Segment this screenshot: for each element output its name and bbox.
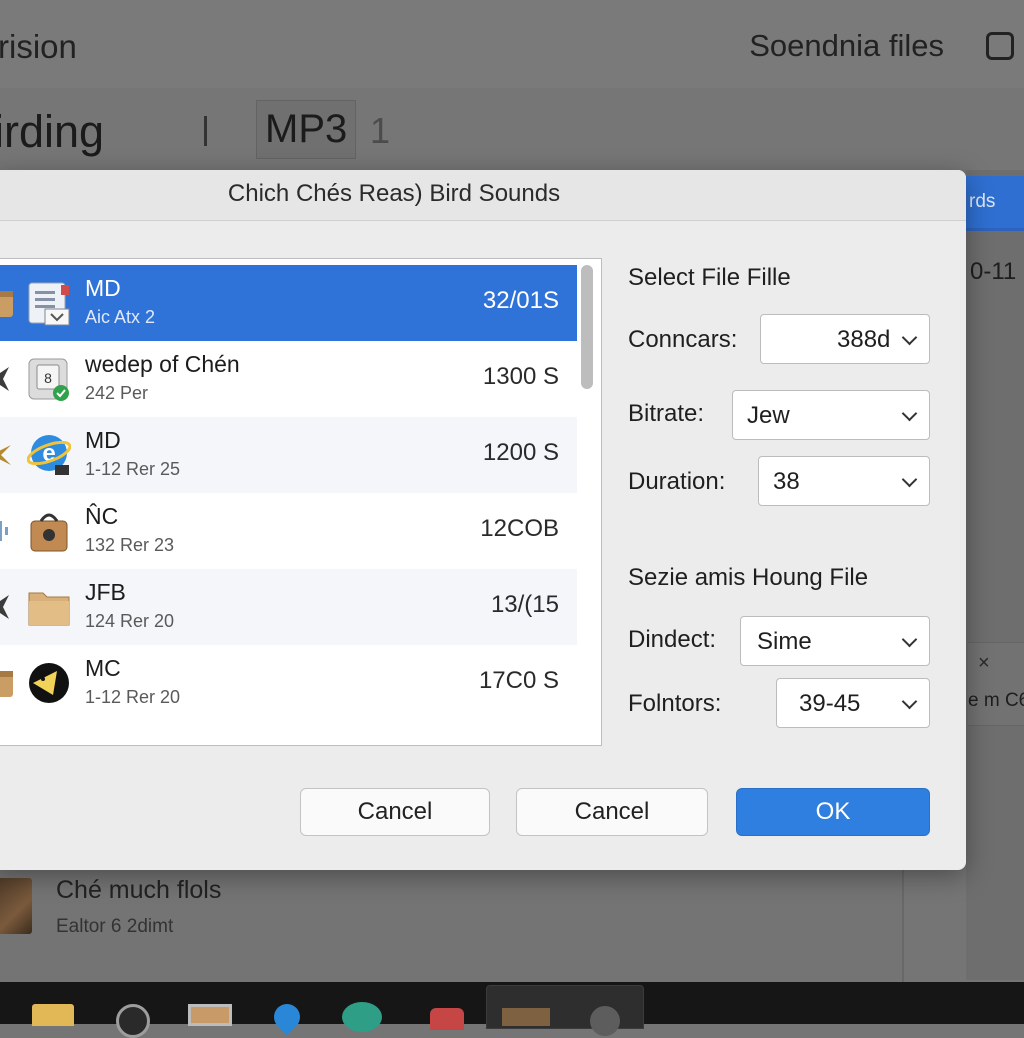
folntors-select[interactable]: 39-45 xyxy=(776,678,930,728)
duration-select[interactable]: 38 xyxy=(758,456,930,506)
calendar-icon[interactable] xyxy=(430,1008,464,1030)
settings-icon[interactable] xyxy=(590,1006,620,1036)
file-size: 13/(15 xyxy=(490,591,559,618)
right-panel-number: 0-11 xyxy=(970,258,1017,285)
right-panel-tab-underline xyxy=(966,228,1024,231)
dialog-title: Chich Chés Reas) Bird Sounds xyxy=(227,180,561,207)
ok-button[interactable]: OK xyxy=(736,788,930,836)
file-name: MD xyxy=(85,427,121,453)
dindect-select[interactable]: Sime xyxy=(740,616,930,666)
file-size: 12COB xyxy=(480,515,559,542)
chevron-down-icon xyxy=(901,471,918,488)
folntors-value: 39-45 xyxy=(799,690,861,717)
dialog-titlebar: Chich Chés Reas) Bird Sounds xyxy=(0,170,966,221)
folder-icon xyxy=(28,592,70,626)
package-icon xyxy=(0,671,13,697)
folder-icon[interactable] xyxy=(32,1004,74,1026)
file-list[interactable]: MD Aic Atx 2 32/01S 8 wedep of Chén 242 … xyxy=(0,258,602,746)
window-maximize-icon[interactable] xyxy=(986,32,1014,60)
file-row[interactable]: N̂C 132 Rer 23 12COB xyxy=(0,493,577,569)
background-heading: irding xyxy=(0,106,105,157)
file-name: JFB xyxy=(85,579,126,605)
size-file-heading: Sezie amis Houng File xyxy=(628,564,869,591)
app-icon[interactable] xyxy=(342,1002,382,1032)
leaf-icon xyxy=(0,595,9,619)
select-file-heading: Select File Fille xyxy=(628,264,791,291)
list-item-subtitle: Ealtor 6 2dimt xyxy=(56,916,174,937)
file-name: MD xyxy=(85,275,121,301)
chevron-down-icon xyxy=(901,329,918,346)
bird-icon xyxy=(29,663,69,703)
browser-icon: e xyxy=(27,435,71,475)
package-icon xyxy=(0,291,13,317)
app-icon[interactable] xyxy=(502,1008,550,1026)
share-files-link[interactable]: Soendnia files xyxy=(749,28,944,64)
background-right-panel xyxy=(966,170,1024,980)
dindect-label: Dindect: xyxy=(628,626,717,653)
file-name: MC xyxy=(85,655,121,681)
chevron-down-icon xyxy=(901,631,918,648)
background-window-title: rision xyxy=(0,28,77,65)
audio-wave-icon xyxy=(0,521,8,541)
bitrate-label: Bitrate: xyxy=(628,400,705,427)
svg-text:8: 8 xyxy=(44,370,52,386)
vertical-scrollbar[interactable] xyxy=(581,265,593,389)
file-dialog: Chich Chés Reas) Bird Sounds MD Aic Atx … xyxy=(0,170,966,870)
photos-icon[interactable] xyxy=(188,1004,232,1026)
list-item-thumbnail xyxy=(0,878,32,934)
conncars-value: 388d xyxy=(837,326,891,353)
file-meta: Aic Atx 2 xyxy=(85,307,156,327)
close-icon[interactable]: × xyxy=(978,652,990,675)
file-meta: 132 Rer 23 xyxy=(85,535,175,555)
duration-value: 38 xyxy=(773,468,800,495)
file-name: wedep of Chén xyxy=(85,351,240,377)
cancel-button[interactable]: Cancel xyxy=(300,788,490,836)
format-tab-mp3[interactable]: MP3 xyxy=(256,100,357,159)
file-row[interactable]: MC 1-12 Rer 20 17C0 S xyxy=(0,645,577,721)
bitrate-select[interactable]: Jew xyxy=(732,390,930,440)
file-row[interactable]: JFB 124 Rer 20 13/(15 xyxy=(0,569,577,645)
folntors-label: Folntors: xyxy=(628,690,722,717)
file-meta: 124 Rer 20 xyxy=(85,611,175,631)
file-size: 17C0 S xyxy=(478,667,559,694)
document-icon xyxy=(28,282,70,326)
file-row[interactable]: MD Aic Atx 2 32/01S xyxy=(0,265,577,341)
file-meta: 242 Per xyxy=(85,383,149,403)
file-size: 1300 S xyxy=(482,363,559,390)
star-icon xyxy=(0,445,11,465)
file-meta: 1-12 Rer 20 xyxy=(85,687,181,707)
right-panel-card[interactable] xyxy=(968,642,1024,726)
file-meta: 1-12 Rer 25 xyxy=(85,459,181,479)
cancel-button-secondary[interactable]: Cancel xyxy=(516,788,708,836)
format-count: 1 xyxy=(370,110,391,151)
bag-icon xyxy=(30,513,68,552)
conncars-select[interactable]: 388d xyxy=(760,314,930,364)
duration-label: Duration: xyxy=(628,468,726,495)
file-row[interactable]: e MD 1-12 Rer 25 1200 S xyxy=(0,417,577,493)
dindect-value: Sime xyxy=(757,628,812,655)
chevron-down-icon xyxy=(901,405,918,422)
conncars-label: Conncars: xyxy=(628,326,738,353)
leaf-icon xyxy=(0,367,9,391)
file-size: 32/01S xyxy=(482,287,559,314)
list-item-title: Ché much flols xyxy=(56,876,222,904)
background-sub-bar xyxy=(0,88,1024,170)
bitrate-value: Jew xyxy=(747,402,790,429)
file-row[interactable]: 8 wedep of Chén 242 Per 1300 S xyxy=(0,341,577,417)
chevron-down-icon xyxy=(901,693,918,710)
file-name: N̂C xyxy=(85,503,119,529)
divider xyxy=(204,116,207,146)
file-size: 1200 S xyxy=(482,439,559,466)
disk-icon: 8 xyxy=(28,358,69,401)
right-panel-card-text: e m C6 xyxy=(968,690,1024,711)
browser-icon[interactable] xyxy=(116,1004,150,1038)
